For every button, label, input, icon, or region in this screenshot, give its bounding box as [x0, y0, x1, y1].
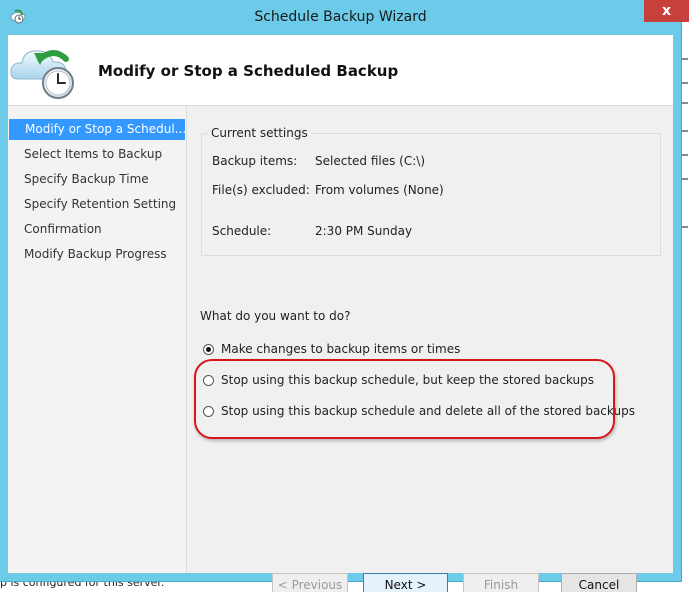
option-make-changes[interactable]: Make changes to backup items or times — [203, 341, 460, 357]
close-button[interactable]: x — [644, 0, 689, 22]
step-label: Specify Backup Time — [24, 172, 149, 186]
previous-button[interactable]: < Previous — [272, 573, 348, 592]
step-retention-setting[interactable]: Specify Retention Setting — [8, 194, 184, 215]
step-label: Specify Retention Setting — [24, 197, 177, 211]
finish-button[interactable]: Finish — [463, 573, 539, 592]
wizard-header: Modify or Stop a Scheduled Backup — [8, 35, 673, 106]
next-button[interactable]: Next > — [363, 573, 448, 592]
step-label: Confirmation — [24, 222, 102, 236]
schedule-value: 2:30 PM Sunday — [315, 224, 413, 238]
background-window-edge — [681, 0, 690, 592]
step-label: Select Items to Backup — [24, 147, 163, 161]
schedule-label: Schedule: — [212, 224, 272, 238]
step-progress[interactable]: Modify Backup Progress — [8, 244, 184, 265]
files-excluded-value: From volumes (None) — [315, 183, 444, 197]
radio-button-selected[interactable] — [203, 343, 214, 355]
wizard-window: Schedule Backup Wizard x Modify or Stop … — [0, 0, 689, 592]
title-bar[interactable]: Schedule Backup Wizard x — [0, 0, 689, 35]
step-select-items[interactable]: Select Items to Backup — [8, 144, 184, 165]
wizard-content: Current settings Backup items: Selected … — [187, 106, 673, 592]
action-question: What do you want to do? — [200, 309, 351, 323]
step-specify-time[interactable]: Specify Backup Time — [8, 169, 184, 190]
group-title: Current settings — [208, 126, 311, 140]
page-title: Modify or Stop a Scheduled Backup — [98, 62, 399, 80]
wizard-steps-sidebar: Modify or Stop a Schedul... Select Items… — [8, 106, 187, 573]
window-title: Schedule Backup Wizard — [254, 9, 427, 25]
option-label[interactable]: Make changes to backup items or times — [221, 342, 460, 356]
backup-schedule-clock-icon — [10, 50, 74, 99]
screen: p is configured for this server. Schedul… — [0, 0, 690, 592]
wizard-client-area: Modify or Stop a Scheduled Backup Modify… — [8, 35, 673, 592]
background-status-text: p is configured for this server. — [0, 581, 165, 589]
red-highlight-annotation — [194, 359, 615, 439]
files-excluded-label: File(s) excluded: — [212, 183, 310, 197]
backup-items-label: Backup items: — [212, 154, 298, 168]
step-confirmation[interactable]: Confirmation — [8, 219, 184, 240]
backup-items-value: Selected files (C:\) — [315, 154, 426, 168]
step-label: Modify Backup Progress — [24, 247, 167, 261]
step-modify-or-stop[interactable]: Modify or Stop a Schedul... — [9, 119, 185, 140]
current-settings-group: Current settings Backup items: Selected … — [201, 126, 661, 256]
cancel-button[interactable]: Cancel — [561, 573, 637, 592]
step-label: Modify or Stop a Schedul... — [25, 122, 185, 136]
